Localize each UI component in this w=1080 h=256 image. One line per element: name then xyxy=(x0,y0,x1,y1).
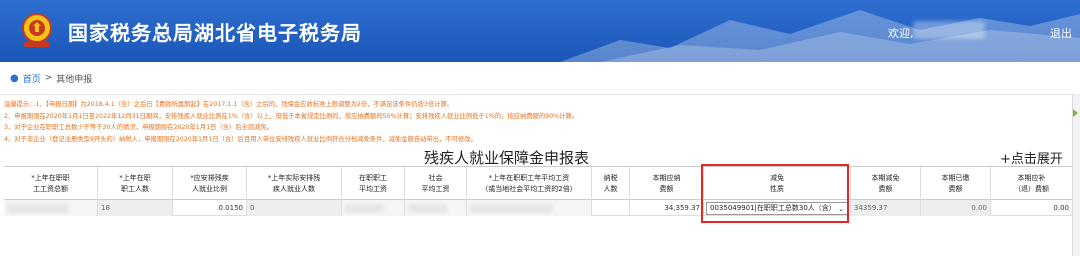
col-header-due: 本期应补 （退）费额 xyxy=(990,167,1072,201)
col-header-social-wage: 社会 平均工资 xyxy=(404,167,466,201)
notice-line: 2、申报期限在2020年1月1日至2022年12月31日期间，安排残疾人就业比例… xyxy=(4,112,579,120)
reduction-cell: 34359.37 xyxy=(850,200,920,216)
side-scrollbar[interactable] xyxy=(1072,95,1080,256)
breadcrumb-current: 其他申报 xyxy=(56,74,93,85)
col-header-disabled-count: *上年实际安排残 疾人就业人数 xyxy=(246,167,341,201)
employees-cell: 18 xyxy=(97,200,172,216)
great-wall-banner xyxy=(560,10,1080,62)
welcome-text: 欢迎, xyxy=(888,27,914,40)
notice-line: 4、对于非企业（登记注册类型9开头的）纳税人，申报期限在2020年1月1日（含）… xyxy=(4,135,477,143)
form-title: 残疾人就业保障金申报表 xyxy=(424,149,590,167)
declaration-table: *上年在职职 工工资总额 *上年在职 职工人数 *应安排残疾 人就业比例 *上年实际安… xyxy=(4,166,1072,256)
payable-cell: 34,359.37 xyxy=(629,200,703,216)
avg-wage-cell xyxy=(341,200,404,216)
col-header-avg-wage: 在职职工 平均工资 xyxy=(341,167,404,201)
site-title: 国家税务总局湖北省电子税务局 xyxy=(68,21,362,45)
notice-block: 温馨提示：1、【申报日期】为2018.4.1（含）之后日【费款所属期起】在201… xyxy=(4,99,1072,145)
location-pin-icon: ● xyxy=(10,72,19,84)
col-header-ratio: *应安排残疾 人就业比例 xyxy=(172,167,246,201)
site-header: 国家税务总局湖北省电子税务局 欢迎, 退出 xyxy=(0,0,1080,62)
due-cell: 0.00 xyxy=(990,200,1072,216)
taxpayers-cell xyxy=(591,200,629,216)
table-header-row: *上年在职职 工工资总额 *上年在职 职工人数 *应安排残疾 人就业比例 *上年实际安… xyxy=(4,166,1072,201)
notice-line: 温馨提示：1、【申报日期】为2018.4.1（含）之后日【费款所属期起】在201… xyxy=(4,101,454,108)
breadcrumb-separator: > xyxy=(44,73,53,83)
col-header-salary-total: *上年在职职 工工资总额 xyxy=(31,174,70,193)
col-header-paid: 本期已缴 费额 xyxy=(920,167,990,201)
disabled-count-cell[interactable]: 0 xyxy=(246,200,341,216)
exemption-highlight-box xyxy=(701,164,849,223)
paid-cell: 0.00 xyxy=(920,200,990,216)
col-header-reduction: 本期减免 费额 xyxy=(850,167,920,201)
ratio-cell: 0.0150 xyxy=(172,200,246,216)
logout-link[interactable]: 退出 xyxy=(1050,25,1072,41)
breadcrumb: ● 首页 > 其他申报 xyxy=(10,70,92,86)
social-wage-cell xyxy=(404,200,466,216)
col-header-employees: *上年在职 职工人数 xyxy=(97,167,172,201)
col-header-taxpayers: 纳税 人数 xyxy=(591,167,629,201)
col-header-annual-avg-wage: *上年在职职工年平均工资 （或当地社会平均工资的2倍） xyxy=(466,167,591,201)
username-redacted xyxy=(913,21,985,39)
expand-arrow-icon[interactable] xyxy=(1073,109,1078,117)
divider xyxy=(0,94,1080,95)
col-header-payable: 本期应纳 费额 xyxy=(629,167,703,201)
notice-line: 3、对于企业在职职工总数少于等于30人的情况，申报期限在2020年1月1日（含）… xyxy=(4,124,274,131)
tax-emblem-logo xyxy=(22,13,52,47)
salary-total-cell[interactable] xyxy=(4,200,97,216)
breadcrumb-home-link[interactable]: 首页 xyxy=(23,72,41,85)
annual-avg-wage-cell xyxy=(466,200,591,216)
expand-button[interactable]: +点击展开 xyxy=(1000,148,1063,167)
table-row: 18 0.0150 0 34,359.37 0035049901|在职职工总数3… xyxy=(4,200,1072,216)
